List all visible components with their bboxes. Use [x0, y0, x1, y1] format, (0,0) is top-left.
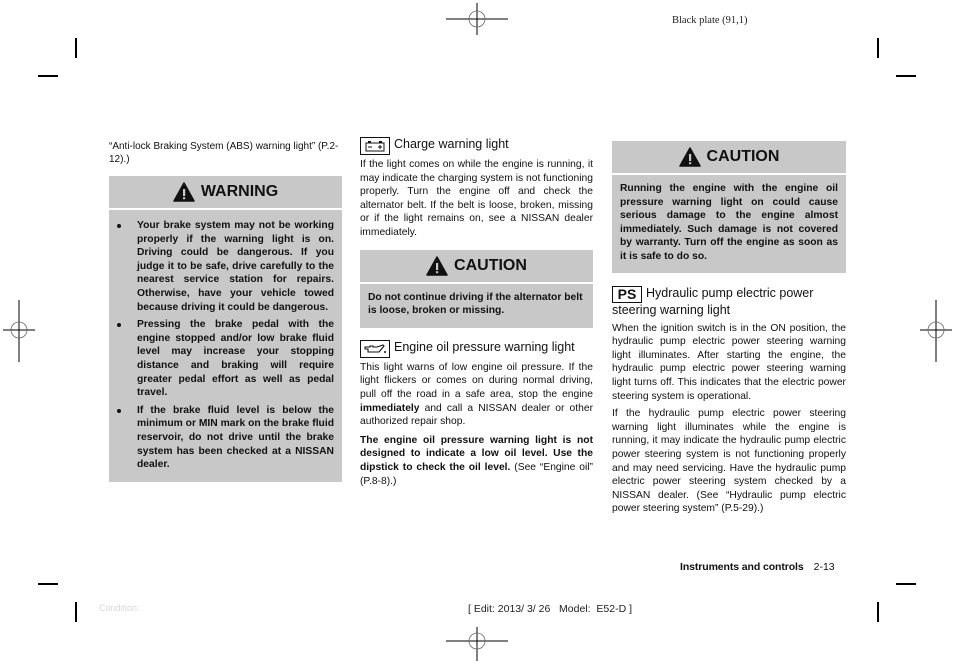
crop-mark: [896, 75, 916, 77]
power-steering-icon: PS: [612, 285, 642, 303]
abs-reference: “Anti-lock Braking System (ABS) warning …: [109, 141, 339, 165]
crop-mark: [75, 602, 77, 622]
crop-mark: [75, 38, 77, 58]
crop-mark: [38, 75, 58, 77]
ps-heading: PS Hydraulic pump electric power steering…: [612, 285, 846, 318]
warning-item: If the brake fluid level is below the mi…: [117, 404, 334, 472]
edit-info: [ Edit: 2013/ 3/ 26 Model: E52-D ]: [468, 603, 633, 615]
bullet-icon: [117, 224, 121, 228]
bullet-icon: [117, 323, 121, 328]
crop-mark: [877, 38, 879, 58]
registration-mark-right: [920, 300, 952, 362]
section-title: Instruments and controls: [680, 561, 804, 573]
plate-label: Black plate (91,1): [672, 15, 748, 26]
charge-title: Charge warning light: [394, 137, 509, 151]
oil-heading: Engine oil pressure warning light: [360, 339, 593, 358]
registration-mark-top: [446, 3, 508, 35]
oil-text: This light warns of low engine oil press…: [360, 361, 593, 428]
crop-mark: [38, 583, 58, 585]
registration-mark-left: [3, 300, 35, 362]
caution-box-alternator: CAUTION Do not continue driving if the a…: [360, 249, 593, 328]
warning-triangle-icon: [678, 147, 701, 167]
caution-body: Do not continue driving if the alternato…: [368, 291, 583, 317]
warning-header: WARNING: [109, 176, 342, 210]
column-1: “Anti-lock Braking System (ABS) warning …: [109, 140, 342, 482]
column-3: CAUTION Running the engine with the engi…: [612, 141, 846, 516]
column-2: Charge warning light If the light comes …: [360, 137, 593, 488]
page-footer: Instruments and controls 2-13: [680, 561, 835, 573]
ps-title: Hydraulic pump electric power steering w…: [612, 285, 814, 317]
bullet-icon: [117, 408, 121, 413]
condition-label: Condition:: [99, 603, 140, 613]
caution-header: CAUTION: [612, 141, 846, 175]
oil-can-icon: [360, 339, 390, 358]
oil-note: The engine oil pressure warning light is…: [360, 434, 593, 487]
caution-body: Running the engine with the engine oil p…: [620, 183, 838, 262]
crop-mark: [877, 602, 879, 622]
warning-item: Pressing the brake pedal with the engine…: [117, 318, 334, 400]
caution-title: CAUTION: [706, 148, 780, 165]
ps-para-1: When the ignition switch is in the ON po…: [612, 322, 846, 402]
charge-heading: Charge warning light: [360, 137, 593, 155]
ps-para-2: If the hydraulic pump electric power ste…: [612, 408, 846, 515]
registration-mark-bottom: [446, 627, 508, 661]
crop-mark: [896, 583, 916, 585]
caution-box-oil: CAUTION Running the engine with the engi…: [612, 141, 846, 273]
page-number: 2-13: [813, 561, 835, 573]
warning-item: Your brake system may not be working pro…: [117, 219, 334, 314]
caution-title: CAUTION: [454, 256, 527, 274]
warning-triangle-icon: [173, 182, 195, 202]
warning-triangle-icon: [426, 255, 448, 276]
warning-box: WARNING Your brake system may not be wor…: [109, 176, 342, 482]
oil-title: Engine oil pressure warning light: [394, 339, 575, 354]
caution-header: CAUTION: [360, 250, 593, 284]
battery-icon: [360, 137, 390, 155]
warning-title: WARNING: [200, 183, 279, 200]
warning-body: Your brake system may not be working pro…: [109, 210, 342, 482]
charge-text: If the light comes on while the engine i…: [360, 159, 593, 238]
